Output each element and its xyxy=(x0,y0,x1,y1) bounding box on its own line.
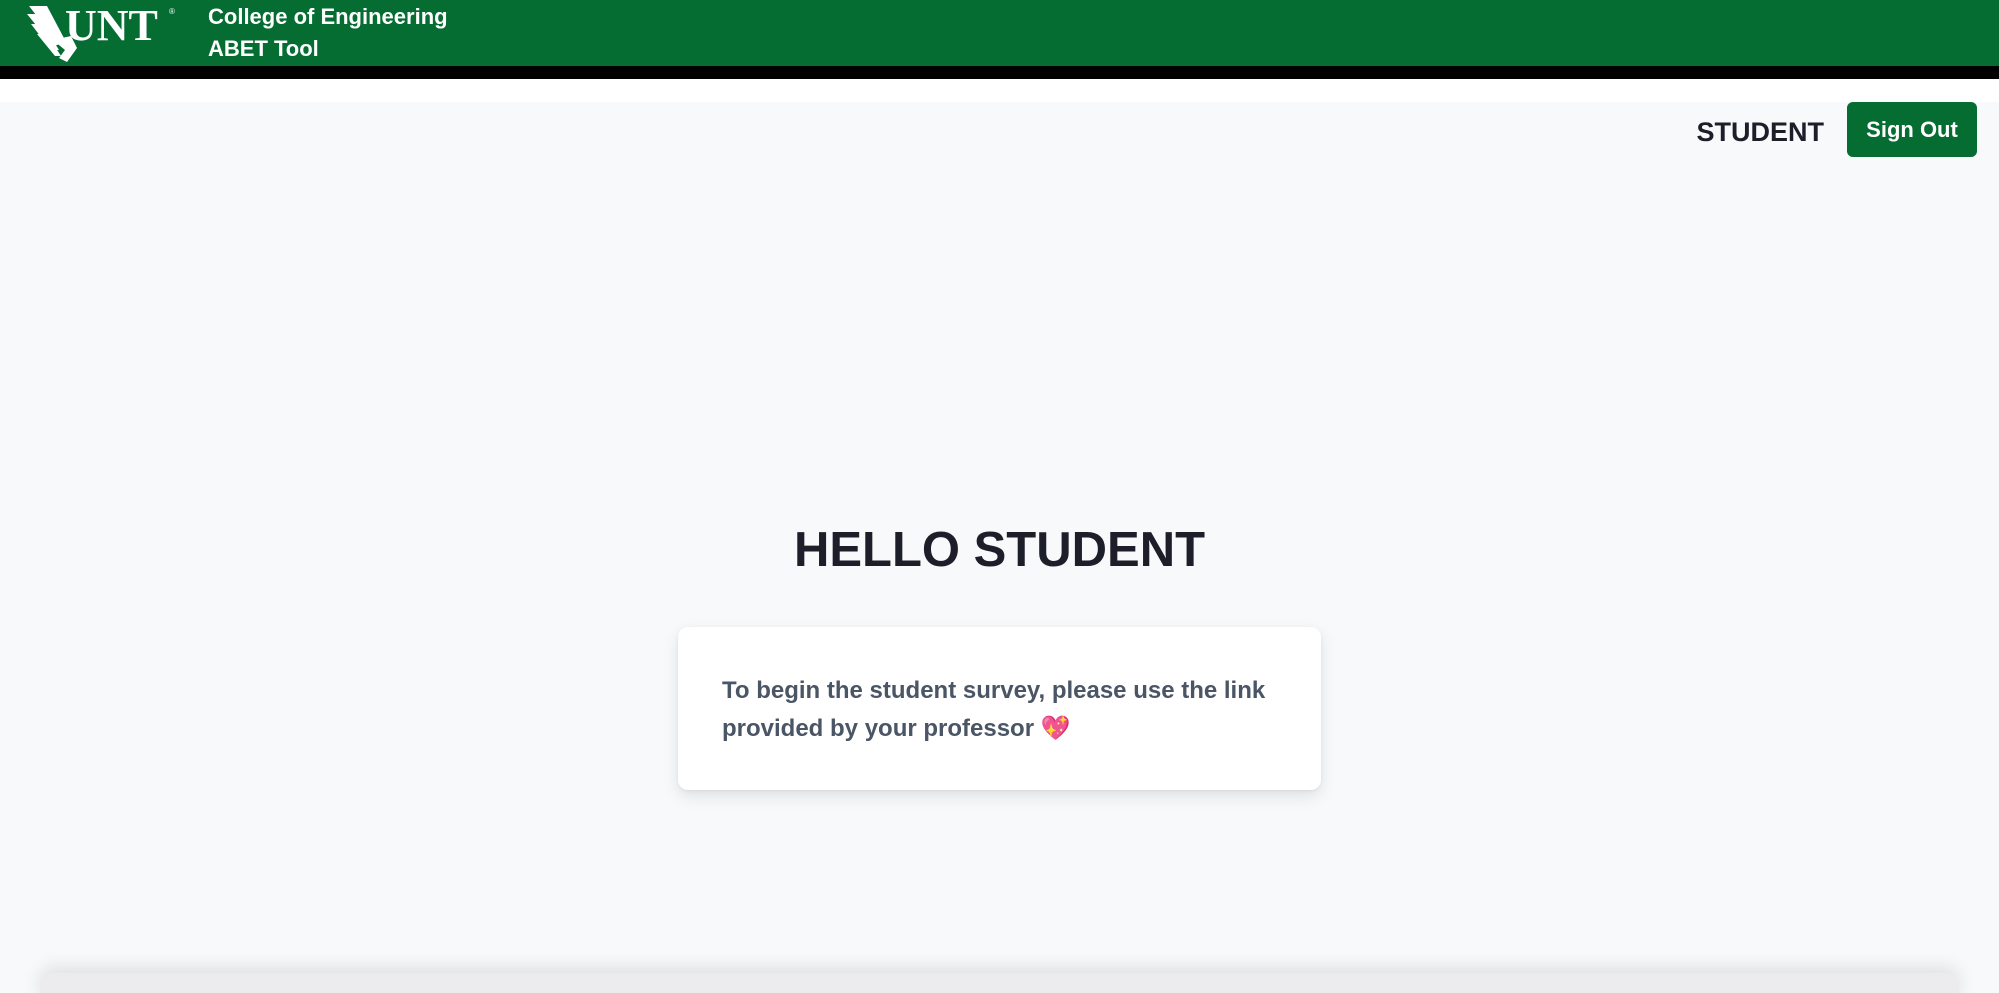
svg-text:®: ® xyxy=(169,7,175,16)
survey-message: To begin the student survey, please use … xyxy=(722,672,1281,748)
main-content: STUDENT Sign Out HELLO STUDENT To begin … xyxy=(0,102,1999,993)
page-title: HELLO STUDENT xyxy=(793,523,1206,577)
survey-info-card: To begin the student survey, please use … xyxy=(678,627,1321,790)
bottom-panel-edge xyxy=(40,973,1959,993)
college-name: College of Engineering xyxy=(208,4,448,29)
survey-message-text: To begin the student survey, please use … xyxy=(722,677,1266,742)
heart-emoji-icon: 💖 xyxy=(1040,715,1071,742)
unt-eagle-logo[interactable]: UNT ® xyxy=(27,0,177,64)
svg-text:UNT: UNT xyxy=(65,1,158,50)
sign-out-button[interactable]: Sign Out xyxy=(1847,102,1977,157)
user-role-label: STUDENT xyxy=(1696,117,1825,147)
header-spacer xyxy=(0,79,1999,102)
tool-name: ABET Tool xyxy=(208,36,319,61)
top-banner: UNT ® College of Engineering ABET Tool xyxy=(0,0,1999,79)
